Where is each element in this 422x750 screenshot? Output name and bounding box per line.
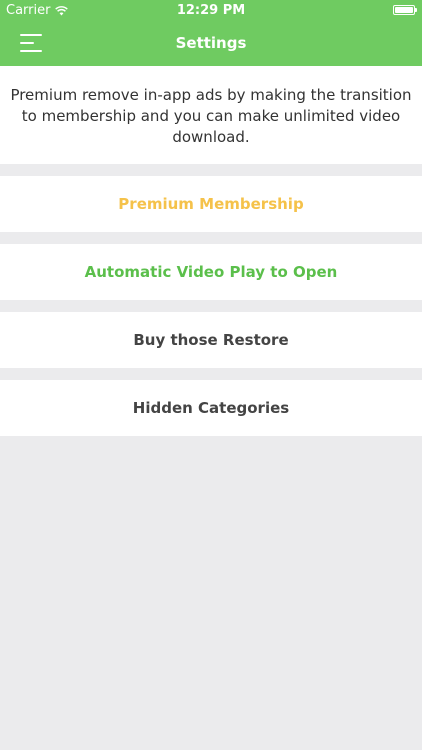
hidden-categories-button[interactable]: Hidden Categories	[0, 380, 422, 436]
status-bar: Carrier 12:29 PM	[0, 0, 422, 22]
premium-membership-button[interactable]: Premium Membership	[0, 176, 422, 232]
automatic-video-play-label: Automatic Video Play to Open	[84, 263, 338, 281]
hidden-categories-label: Hidden Categories	[132, 399, 290, 417]
page-title: Settings	[175, 34, 247, 52]
top-bar: Carrier 12:29 PM Settings	[0, 0, 422, 66]
premium-info-text: Premium remove in-app ads by making the …	[0, 66, 422, 164]
clock: 12:29 PM	[176, 3, 246, 18]
restore-purchases-label: Buy those Restore	[133, 331, 289, 349]
automatic-video-play-button[interactable]: Automatic Video Play to Open	[0, 244, 422, 300]
battery-icon	[393, 5, 417, 15]
premium-membership-label: Premium Membership	[118, 195, 304, 213]
restore-purchases-button[interactable]: Buy those Restore	[0, 312, 422, 368]
nav-bar: Settings	[0, 22, 422, 66]
